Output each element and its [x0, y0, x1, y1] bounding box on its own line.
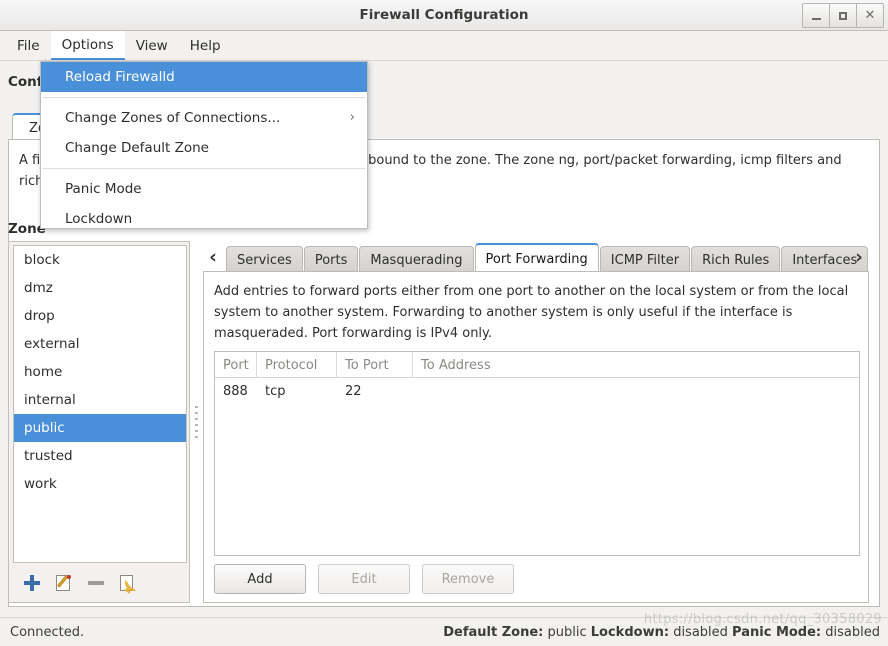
edit-pencil-tip-shape	[67, 575, 71, 579]
cell-protocol: tcp	[265, 383, 286, 399]
menu-view[interactable]: View	[125, 31, 179, 60]
menu-file[interactable]: File	[6, 31, 51, 60]
tab-services[interactable]: Services	[226, 246, 303, 273]
maximize-icon	[839, 11, 847, 20]
pane-splitter[interactable]	[192, 241, 200, 603]
default-zone-value: public	[547, 625, 587, 640]
menu-item-panic-mode[interactable]: Panic Mode	[41, 174, 367, 204]
title-bar: Firewall Configuration ✕	[0, 0, 888, 31]
tab-rich-rules[interactable]: Rich Rules	[691, 246, 781, 273]
configuration-label: Conf	[8, 74, 43, 90]
window-title: Firewall Configuration	[359, 7, 529, 23]
column-header-to-address: To Address	[421, 357, 491, 373]
zone-list-item[interactable]: internal	[14, 386, 186, 414]
tab-ports[interactable]: Ports	[303, 246, 359, 273]
connection-status: Connected.	[10, 625, 85, 640]
column-header-port: Port	[215, 352, 257, 378]
load-default-zone-icon[interactable]	[119, 574, 137, 594]
chevron-right-icon: ›	[349, 110, 355, 125]
tab-masquerading[interactable]: Masquerading	[359, 246, 474, 273]
menu-separator	[43, 168, 365, 169]
close-icon: ✕	[864, 8, 876, 23]
default-arrowhead-shape	[124, 586, 130, 594]
table-row[interactable]: 888 tcp 22	[215, 378, 859, 404]
settings-pane: ‹ Services Ports Masquerading Port Forwa…	[200, 241, 872, 603]
lockdown-label: Lockdown:	[590, 625, 670, 640]
menu-options[interactable]: Options	[50, 31, 125, 60]
zone-list-item[interactable]: external	[14, 330, 186, 358]
status-summary: Default Zone: public Lockdown: disabled …	[443, 618, 880, 646]
tabs-scroll-right-icon[interactable]: ›	[846, 241, 872, 273]
add-button[interactable]: Add	[214, 564, 306, 594]
panic-mode-label: Panic Mode:	[732, 625, 822, 640]
menu-item-change-default-zone[interactable]: Change Default Zone	[41, 133, 367, 163]
zone-list-item[interactable]: dmz	[14, 274, 186, 302]
cell-to-port: 22	[345, 383, 362, 399]
tabs-scroll-left-icon[interactable]: ‹	[200, 241, 226, 273]
window-controls: ✕	[802, 3, 884, 28]
zone-toolbar	[13, 567, 187, 599]
minimize-button[interactable]	[802, 3, 830, 28]
add-zone-icon[interactable]	[23, 574, 41, 592]
remove-button: Remove	[422, 564, 514, 594]
menu-help[interactable]: Help	[179, 31, 232, 60]
splitter-grip	[195, 406, 198, 440]
settings-tabstrip: ‹ Services Ports Masquerading Port Forwa…	[200, 241, 872, 273]
zone-list[interactable]: block dmz drop external home internal pu…	[13, 245, 187, 563]
column-header-to-port: To Port	[337, 352, 413, 378]
panic-mode-value: disabled	[825, 625, 880, 640]
menu-item-lockdown[interactable]: Lockdown	[41, 204, 367, 234]
menu-item-change-zones-of-connections[interactable]: Change Zones of Connections... ›	[41, 103, 367, 133]
close-button[interactable]: ✕	[856, 3, 884, 28]
zone-list-item[interactable]: work	[14, 470, 186, 498]
zone-list-item-selected[interactable]: public	[14, 414, 186, 442]
zone-list-item[interactable]: block	[14, 246, 186, 274]
zone-list-item[interactable]: home	[14, 358, 186, 386]
cell-port: 888	[223, 383, 248, 399]
port-forwarding-actions: Add Edit Remove	[214, 564, 514, 594]
default-zone-label: Default Zone:	[443, 625, 544, 640]
tab-port-forwarding[interactable]: Port Forwarding	[474, 243, 599, 273]
menu-item-reload-firewalld[interactable]: Reload Firewalld	[41, 62, 367, 92]
edit-button: Edit	[318, 564, 410, 594]
zone-list-pane: block dmz drop external home internal pu…	[8, 241, 190, 603]
zone-list-item[interactable]: trusted	[14, 442, 186, 470]
lockdown-value: disabled	[673, 625, 728, 640]
table-header-row: Port Protocol To Port To Address	[215, 352, 859, 378]
port-forwarding-panel: Add entries to forward ports either from…	[203, 271, 869, 603]
tab-icmp-filter[interactable]: ICMP Filter	[599, 246, 691, 273]
menu-separator	[43, 97, 365, 98]
menu-bar: File Options View Help	[0, 31, 888, 61]
zone-list-item[interactable]: drop	[14, 302, 186, 330]
port-forwarding-table[interactable]: Port Protocol To Port To Address 888 tcp…	[214, 351, 860, 556]
options-dropdown-menu[interactable]: Reload Firewalld Change Zones of Connect…	[40, 61, 368, 229]
maximize-button[interactable]	[829, 3, 857, 28]
status-bar: Connected. Default Zone: public Lockdown…	[0, 617, 888, 646]
column-header-protocol: Protocol	[257, 352, 337, 378]
cell-to-address	[413, 378, 859, 404]
minimize-icon	[811, 17, 821, 20]
menu-item-label: Change Zones of Connections...	[65, 110, 281, 126]
remove-zone-icon[interactable]	[87, 574, 105, 592]
edit-zone-icon[interactable]	[55, 574, 73, 592]
port-forwarding-description: Add entries to forward ports either from…	[214, 284, 849, 341]
